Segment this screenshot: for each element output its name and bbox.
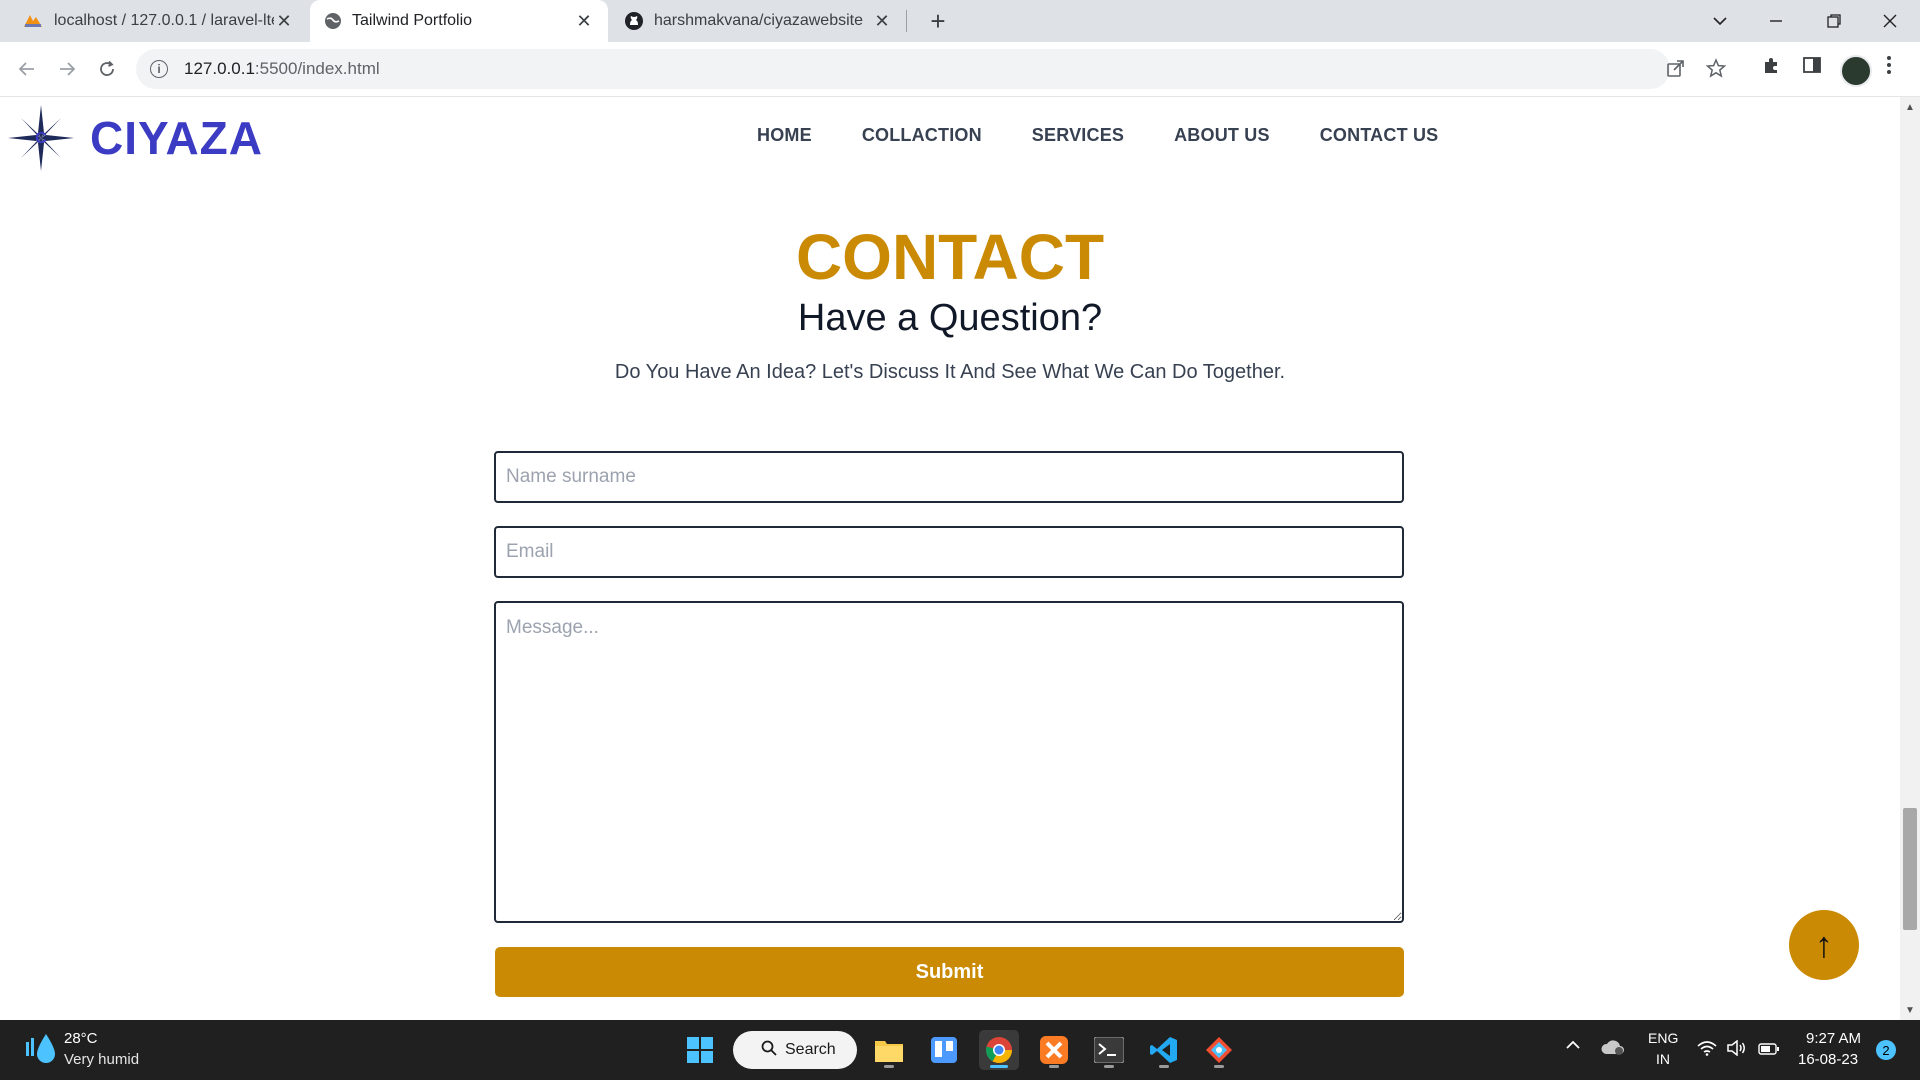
new-tab-button[interactable]: +: [920, 0, 956, 42]
git-diamond-icon: [1206, 1037, 1232, 1063]
vscode-icon: [1150, 1037, 1177, 1063]
name-input[interactable]: [494, 451, 1404, 503]
volume-icon[interactable]: [1727, 1039, 1747, 1061]
file-explorer-app[interactable]: [869, 1030, 909, 1070]
wifi-icon[interactable]: [1697, 1040, 1717, 1061]
web-page: C CIYAZA HOME COLLACTION SERVICES ABOUT …: [0, 97, 1900, 1020]
address-url[interactable]: 127.0.0.1:5500/index.html: [184, 59, 380, 79]
minimize-icon[interactable]: [1748, 0, 1804, 42]
app-running-indicator: [1104, 1065, 1114, 1068]
scrollbar-thumb[interactable]: [1903, 808, 1917, 930]
nav-home[interactable]: HOME: [757, 125, 812, 146]
terminal-app[interactable]: [1089, 1030, 1129, 1070]
logo-text[interactable]: CIYAZA: [90, 111, 263, 165]
kebab-menu-icon[interactable]: [1886, 55, 1892, 81]
site-info-icon[interactable]: i: [150, 60, 168, 78]
trello-icon: [931, 1037, 957, 1063]
share-icon[interactable]: [1666, 58, 1686, 84]
extensions-puzzle-icon[interactable]: [1762, 55, 1782, 81]
tab-tailwind-portfolio[interactable]: Tailwind Portfolio ✕: [310, 0, 608, 42]
close-window-icon[interactable]: [1862, 0, 1918, 42]
contact-heading: CONTACT: [795, 221, 1105, 293]
xampp-app[interactable]: [1034, 1030, 1074, 1070]
region-indicator[interactable]: IN: [1656, 1051, 1670, 1067]
tab-title: localhost / 127.0.0.1 / laravel-lte: [54, 12, 274, 29]
message-textarea[interactable]: [494, 601, 1404, 923]
weather-description: Very humid: [64, 1051, 140, 1068]
tab-search-chevron-icon[interactable]: [1692, 0, 1748, 42]
scroll-down-arrow-icon[interactable]: ▼: [1900, 1002, 1920, 1018]
battery-icon[interactable]: [1758, 1042, 1780, 1060]
close-tab-icon[interactable]: ✕: [872, 11, 892, 32]
nav-about-us[interactable]: ABOUT US: [1174, 125, 1270, 146]
chrome-icon: [986, 1037, 1013, 1064]
app-running-indicator: [1214, 1065, 1224, 1068]
browser-tab-strip: localhost / 127.0.0.1 / laravel-lte ✕ Ta…: [0, 0, 1920, 42]
weather-humid-icon[interactable]: [26, 1032, 56, 1066]
trello-app[interactable]: [924, 1030, 964, 1070]
svg-text:C: C: [35, 130, 47, 147]
back-arrow-icon[interactable]: [12, 54, 42, 84]
side-panel-icon[interactable]: [1802, 55, 1822, 81]
email-input[interactable]: [494, 526, 1404, 578]
close-tab-icon[interactable]: ✕: [274, 11, 294, 32]
vscode-app[interactable]: [1144, 1030, 1184, 1070]
tab-title: harshmakvana/ciyazawebsite: [654, 12, 863, 29]
contact-description: Do You Have An Idea? Let's Discuss It An…: [614, 361, 1286, 383]
language-indicator[interactable]: ENG: [1648, 1030, 1678, 1046]
clock-date[interactable]: 16-08-23: [1798, 1051, 1858, 1068]
app-active-indicator: [990, 1065, 1008, 1068]
profile-avatar[interactable]: [1840, 55, 1872, 87]
reload-icon[interactable]: [92, 54, 122, 84]
forward-arrow-icon[interactable]: [52, 54, 82, 84]
clock-time[interactable]: 9:27 AM: [1806, 1030, 1861, 1047]
browser-toolbar: i 127.0.0.1:5500/index.html: [0, 42, 1920, 97]
main-navigation: HOME COLLACTION SERVICES ABOUT US CONTAC…: [757, 125, 1488, 146]
start-button[interactable]: [680, 1030, 720, 1070]
weather-temperature: 28°C: [64, 1030, 98, 1047]
onedrive-cloud-icon[interactable]: [1601, 1038, 1625, 1061]
app-running-indicator: [884, 1065, 894, 1068]
tab-github[interactable]: harshmakvana/ciyazawebsite ✕: [610, 0, 906, 42]
github-icon: [625, 12, 643, 30]
address-bar[interactable]: i 127.0.0.1:5500/index.html: [136, 49, 1727, 89]
tab-phpmyadmin[interactable]: localhost / 127.0.0.1 / laravel-lte ✕: [8, 0, 308, 42]
windows-taskbar: 28°C Very humid Search ENG IN 9:27 AM 16…: [0, 1020, 1920, 1080]
contact-subheading: Have a Question?: [797, 297, 1103, 339]
url-host: 127.0.0.1: [184, 59, 255, 78]
search-label: Search: [785, 1041, 836, 1058]
bookmark-star-icon[interactable]: [1705, 58, 1727, 84]
app-running-indicator: [1159, 1065, 1169, 1068]
xampp-icon: [1040, 1036, 1068, 1064]
submit-button[interactable]: Submit: [495, 947, 1404, 997]
arrow-up-icon: ↑: [1815, 924, 1833, 965]
folder-icon: [875, 1041, 903, 1062]
tab-separator: [906, 10, 907, 32]
chrome-app[interactable]: [979, 1030, 1019, 1070]
search-icon: [761, 1040, 777, 1061]
show-hidden-icons-chevron-icon[interactable]: [1565, 1038, 1581, 1056]
url-path: :5500/index.html: [254, 59, 380, 78]
scroll-up-arrow-icon[interactable]: ▲: [1900, 99, 1920, 115]
restore-icon[interactable]: [1806, 0, 1862, 42]
git-tool-app[interactable]: [1199, 1030, 1239, 1070]
globe-icon: [325, 13, 341, 29]
notification-badge[interactable]: 2: [1876, 1040, 1896, 1060]
app-running-indicator: [1049, 1065, 1059, 1068]
close-tab-icon[interactable]: ✕: [574, 11, 594, 32]
nav-services[interactable]: SERVICES: [1032, 125, 1124, 146]
tab-title: Tailwind Portfolio: [352, 12, 473, 29]
compass-star-logo-icon[interactable]: C: [6, 103, 76, 173]
terminal-icon: [1094, 1037, 1124, 1063]
nav-collaction[interactable]: COLLACTION: [862, 125, 982, 146]
phpmyadmin-icon: [24, 15, 42, 27]
taskbar-search[interactable]: Search: [733, 1031, 857, 1069]
nav-contact-us[interactable]: CONTACT US: [1320, 125, 1439, 146]
scroll-to-top-button[interactable]: ↑: [1789, 910, 1859, 980]
windows-logo-icon: [687, 1037, 713, 1063]
